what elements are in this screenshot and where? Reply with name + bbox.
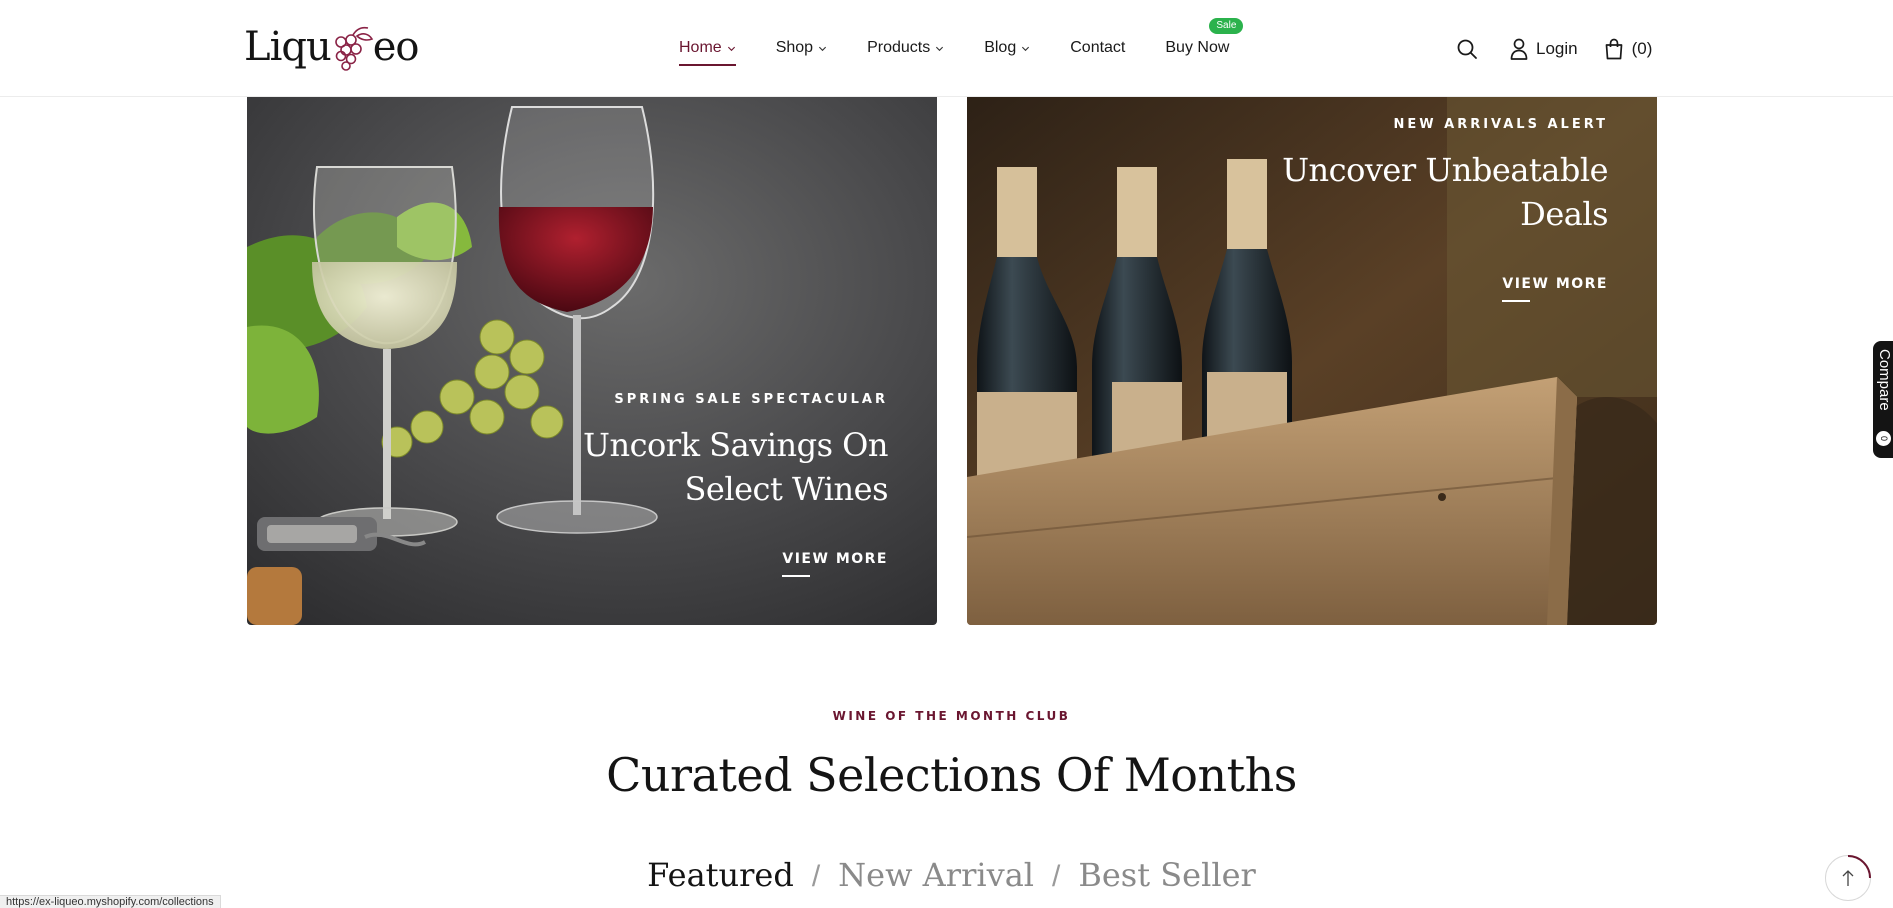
logo-text-right: eo [372, 24, 420, 70]
banner-eyebrow: SPRING SALE SPECTACULAR [614, 392, 888, 407]
view-more-link[interactable]: VIEW MORE [1502, 276, 1608, 302]
chevron-down-icon [727, 46, 735, 51]
chevron-down-icon [1022, 46, 1030, 51]
nav-item-label: Contact [1070, 39, 1126, 56]
site-header: Liqu eo Home Shop Products Blog Contact … [0, 0, 1893, 97]
nav-item-label: Home [679, 39, 722, 56]
cart-button[interactable]: (0) [1604, 38, 1653, 60]
cart-count: (0) [1631, 39, 1653, 58]
nav-item-blog[interactable]: Blog [984, 36, 1030, 60]
banner-title-line: Select Wines [684, 470, 888, 508]
banner-copy: SPRING SALE SPECTACULAR Uncork Savings O… [583, 392, 888, 577]
main-nav: Home Shop Products Blog Contact Buy Now … [679, 18, 1269, 66]
user-icon [1510, 38, 1528, 60]
banner-copy: NEW ARRIVALS ALERT Uncover Unbeatable De… [1282, 117, 1608, 302]
nav-item-label: Blog [984, 39, 1017, 56]
nav-item-shop[interactable]: Shop [776, 36, 827, 60]
nav-item-contact[interactable]: Contact [1070, 36, 1125, 60]
banner-title: Uncover Unbeatable Deals [1282, 148, 1608, 236]
chevron-down-icon [936, 46, 944, 51]
sale-badge: Sale [1209, 18, 1244, 34]
scroll-progress-ring [1847, 855, 1871, 879]
logo-text-left: Liqu [244, 24, 332, 70]
scroll-to-top-button[interactable] [1825, 855, 1871, 901]
nav-item-label: Buy Now [1165, 39, 1230, 56]
product-tabs: Featured / New Arrival / Best Seller [0, 856, 1893, 894]
nav-item-buy-now[interactable]: Buy Now Sale [1165, 18, 1244, 60]
nav-item-label: Shop [775, 39, 814, 56]
grape-cluster-icon [334, 26, 373, 71]
banner-title-line: Uncover Unbeatable [1282, 151, 1608, 189]
nav-item-products[interactable]: Products [867, 36, 944, 60]
compare-tab[interactable]: Compare 0 [1873, 341, 1893, 458]
view-more-link[interactable]: VIEW MORE [782, 551, 888, 577]
tab-separator: / [811, 860, 821, 893]
browser-status-url: https://ex-liqueo.myshopify.com/collecti… [0, 895, 221, 908]
compare-count: 0 [1876, 431, 1891, 446]
banner-spring-sale[interactable]: SPRING SALE SPECTACULAR Uncork Savings O… [247, 97, 937, 625]
logo[interactable]: Liqu eo [244, 22, 419, 72]
tab-separator: / [1052, 860, 1061, 893]
banner-title: Uncork Savings On Select Wines [583, 423, 888, 511]
nav-item-home[interactable]: Home [679, 36, 736, 66]
tab-new-arrival[interactable]: New Arrival [838, 856, 1034, 894]
section-title: Curated Selections Of Months [606, 748, 1297, 802]
shopping-bag-icon [1605, 38, 1622, 60]
tab-best-seller[interactable]: Best Seller [1078, 856, 1255, 894]
header-actions: Login (0) [1456, 36, 1652, 62]
search-icon [1457, 39, 1477, 59]
compare-label: Compare [1876, 349, 1893, 411]
search-button[interactable] [1456, 38, 1478, 60]
login-label: Login [1536, 39, 1578, 58]
tab-featured[interactable]: Featured [647, 856, 794, 894]
chevron-down-icon [819, 46, 827, 51]
banner-eyebrow: NEW ARRIVALS ALERT [1393, 117, 1608, 132]
banner-new-arrivals[interactable]: NEW ARRIVALS ALERT Uncover Unbeatable De… [967, 97, 1657, 625]
banner-title-line: Deals [1520, 195, 1608, 233]
banner-title-line: Uncork Savings On [583, 426, 888, 464]
section-eyebrow: WINE OF THE MONTH CLUB [832, 709, 1071, 723]
login-link[interactable]: Login [1510, 38, 1578, 60]
nav-item-label: Products [867, 39, 931, 56]
